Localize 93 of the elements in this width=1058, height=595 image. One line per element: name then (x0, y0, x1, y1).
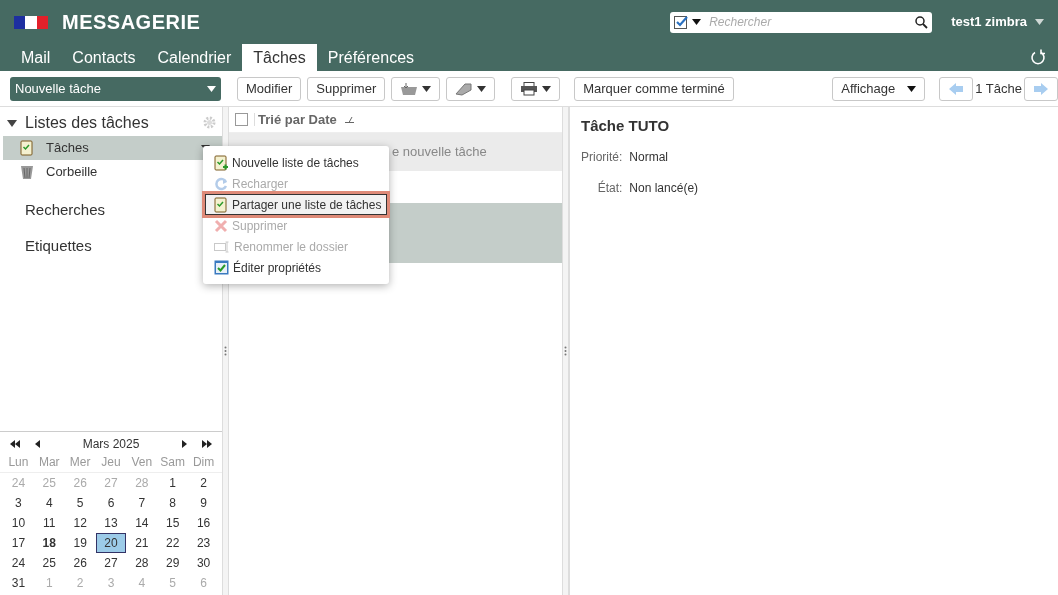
print-button[interactable] (511, 76, 561, 101)
toolbar-button[interactable]: Supprimer (307, 76, 386, 101)
resize-grip-icon[interactable] (564, 346, 567, 356)
calendar-day[interactable]: 4 (33, 493, 65, 513)
calendar-day[interactable]: 14 (126, 513, 158, 533)
calendar-day[interactable]: 16 (188, 513, 219, 533)
calendar-day[interactable]: 13 (95, 513, 127, 533)
calendar-day[interactable]: 1 (157, 473, 189, 493)
move-button[interactable] (391, 76, 441, 101)
calendar-day[interactable]: 22 (157, 533, 189, 553)
menu-item[interactable]: Partager une liste de tâches (205, 194, 387, 215)
weekday-label: Ven (130, 454, 154, 471)
calendar-day[interactable]: 3 (3, 493, 34, 513)
tag-button[interactable] (446, 76, 496, 101)
task-count: 1 Tâche (975, 79, 1022, 98)
weekday-label: Jeu (100, 454, 122, 471)
toolbar-button[interactable]: Modifier (237, 76, 302, 101)
calendar-day[interactable]: 8 (157, 493, 189, 513)
arrow-right-icon (1033, 81, 1049, 96)
clipboard-icon (214, 196, 228, 213)
field-label: État: (596, 179, 623, 197)
clipboard-plus-icon (214, 154, 228, 171)
field-label: Priorité: (581, 148, 623, 166)
double-arrow-right-icon[interactable] (202, 440, 212, 448)
calendar-day[interactable]: 10 (3, 513, 34, 533)
menu-item[interactable]: Éditer propriétés (205, 257, 387, 278)
resize-grip-icon[interactable] (224, 346, 227, 356)
weekday-label: Mar (37, 454, 61, 471)
select-all-checkbox[interactable] (235, 113, 248, 126)
arrow-left-icon[interactable] (35, 440, 40, 448)
calendar-day[interactable]: 30 (188, 553, 219, 573)
calendar-day[interactable]: 28 (126, 553, 158, 573)
calendar-day[interactable]: 12 (64, 513, 96, 533)
trash-icon (20, 164, 34, 180)
calendar-day[interactable]: 20 (95, 533, 127, 553)
double-arrow-left-icon[interactable] (10, 440, 20, 448)
cross-icon (214, 218, 228, 233)
sort-header[interactable]: Trié par Date (258, 109, 337, 130)
flag-logo-icon (14, 15, 48, 29)
nav-tab[interactable]: Contacts (61, 44, 147, 71)
arrow-right-icon[interactable] (182, 440, 187, 448)
calendar-day[interactable]: 29 (157, 553, 189, 573)
calendar-day[interactable]: 7 (126, 493, 158, 513)
calendar-day[interactable]: 5 (64, 493, 96, 513)
calendar-day[interactable]: 2 (188, 473, 219, 493)
user-menu[interactable]: test1 zimbra (951, 12, 1044, 32)
calendar-day[interactable]: 31 (3, 573, 34, 593)
search-field[interactable]: Rechercher (709, 13, 912, 31)
calendar-day[interactable]: 19 (64, 533, 96, 553)
clipboard-icon (20, 140, 34, 156)
calendar-month: Mars 2025 (81, 436, 141, 453)
printer-icon (520, 81, 539, 96)
sort-icon[interactable] (344, 116, 354, 123)
refresh-icon[interactable] (1030, 49, 1046, 65)
calendar-day[interactable]: 11 (33, 513, 65, 533)
reload-icon (214, 176, 228, 191)
calendar-day[interactable]: 24 (3, 553, 34, 573)
checkbox-icon (674, 15, 689, 29)
section-heading[interactable]: Listes des tâches (25, 110, 149, 135)
rename-icon (214, 240, 230, 253)
tag-icon (455, 81, 474, 96)
weekday-label: Mer (68, 454, 92, 471)
calendar-day[interactable]: 6 (95, 493, 127, 513)
nav-tab[interactable]: Tâches (242, 44, 317, 71)
arrow-left-icon (948, 81, 965, 96)
folder-icon (400, 81, 419, 96)
calendar-day[interactable]: 26 (64, 553, 96, 573)
search-icon[interactable] (915, 15, 929, 29)
view-button[interactable]: Affichage (832, 76, 926, 101)
field-value: Normal (629, 148, 669, 166)
calendar-day[interactable]: 27 (95, 553, 127, 573)
calendar-day[interactable]: 15 (157, 513, 189, 533)
nav-tab[interactable]: Calendrier (146, 44, 243, 71)
weekday-label: Lun (7, 454, 30, 471)
mark-done-button[interactable]: Marquer comme terminé (574, 76, 734, 101)
calendar-day[interactable]: 17 (3, 533, 34, 553)
expand-triangle-icon[interactable] (7, 117, 17, 128)
calendar-day[interactable]: 9 (188, 493, 219, 513)
app-title: MESSAGERIE (62, 10, 201, 35)
sidebar-item[interactable]: Tâches (3, 136, 222, 160)
calendar-day[interactable]: 21 (126, 533, 158, 553)
checked-window-icon (214, 260, 229, 275)
new-task-button[interactable]: Nouvelle tâche (10, 76, 221, 101)
nav-tab[interactable]: Mail (10, 44, 62, 71)
weekday-label: Sam (159, 454, 187, 471)
calendar-day[interactable]: 25 (33, 553, 65, 573)
search-box[interactable]: Rechercher (670, 11, 933, 33)
weekday-label: Dim (191, 454, 216, 471)
calendar-day[interactable]: 23 (188, 533, 219, 553)
calendar-day[interactable]: 18 (33, 533, 65, 553)
field-value: Non lancé(e) (629, 179, 700, 197)
task-title: Tâche TUTO (581, 116, 671, 136)
nav-tab[interactable]: Préférences (316, 44, 426, 71)
